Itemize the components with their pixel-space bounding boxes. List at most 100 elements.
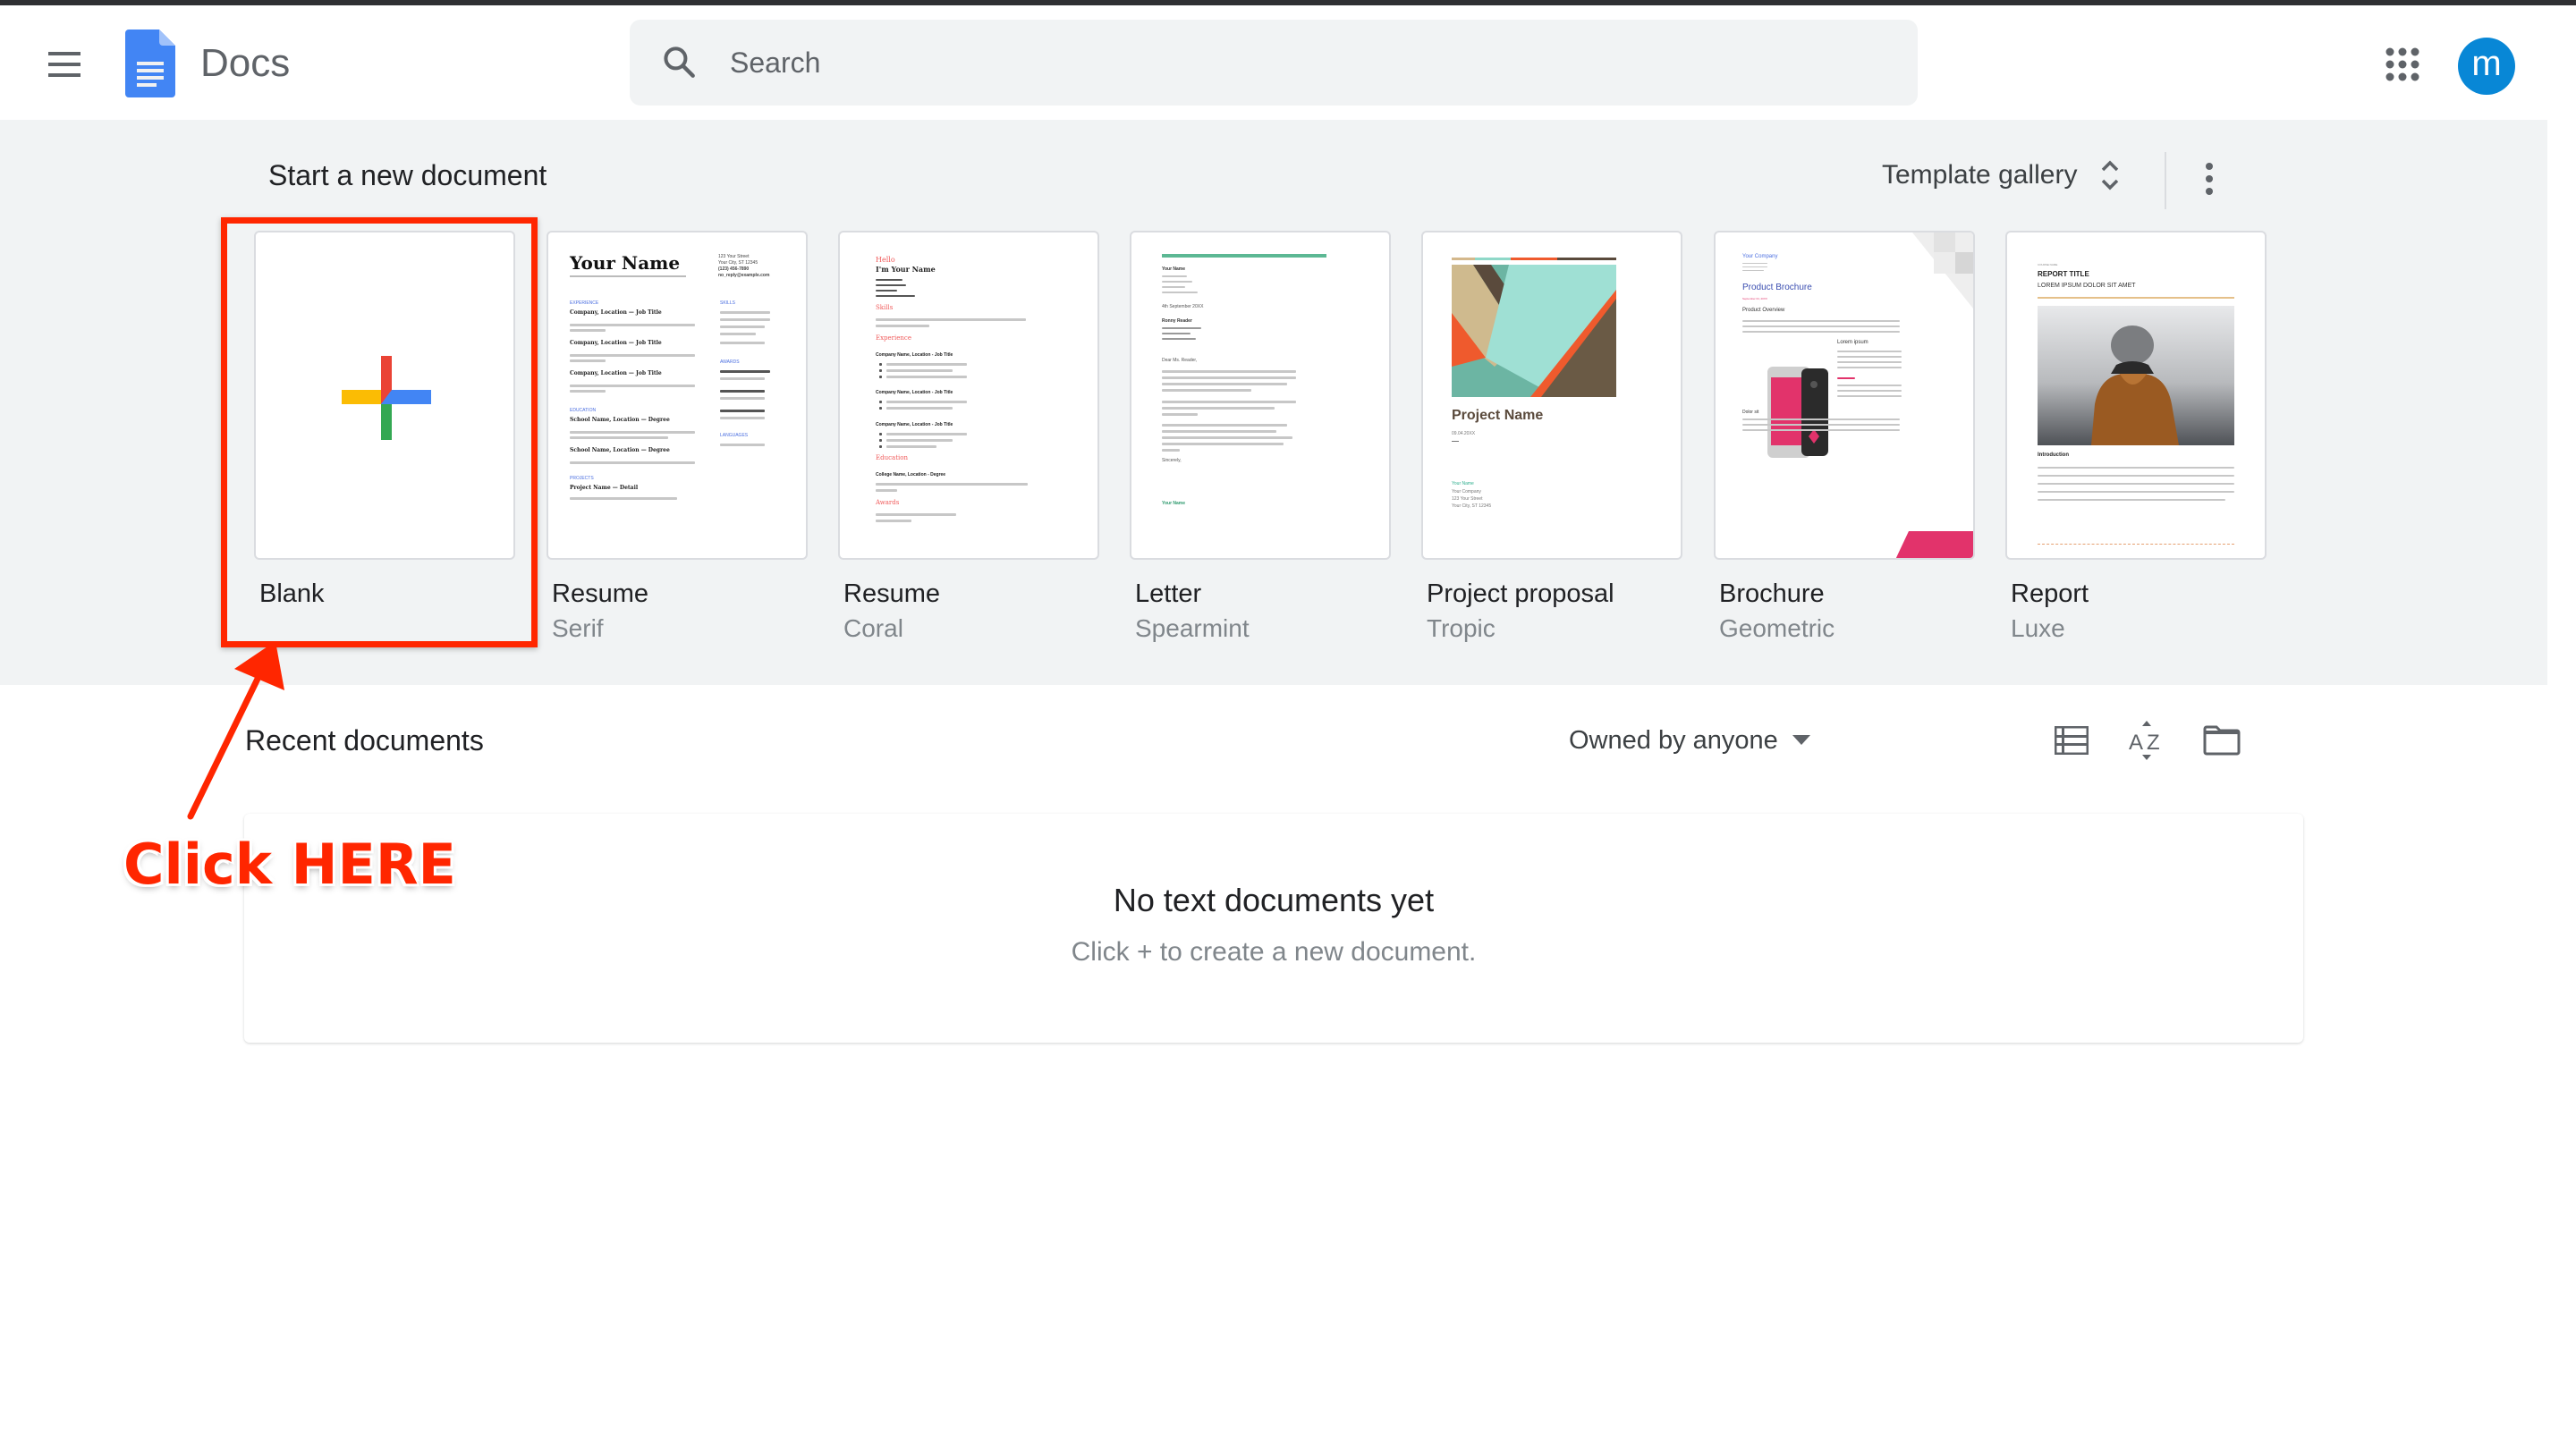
thumb-recipient: Ronny Reader bbox=[1162, 318, 1192, 324]
svg-text:Z: Z bbox=[2147, 731, 2160, 755]
template-resume-serif[interactable]: Your Name 123 Your Street Your City, ST … bbox=[547, 231, 808, 643]
list-view-button[interactable] bbox=[2046, 715, 2097, 765]
thumb-company: Your Company bbox=[1742, 254, 1778, 259]
thumb-name: I'm Your Name bbox=[876, 265, 936, 274]
thumb-line bbox=[570, 275, 686, 277]
thumb-name: Your Name bbox=[1162, 266, 1186, 272]
thumb-geometric-art bbox=[1452, 258, 1616, 397]
account-avatar[interactable]: m bbox=[2458, 38, 2515, 95]
thumb-greeting: Hello bbox=[876, 256, 895, 264]
thumb-section: Skills bbox=[876, 304, 894, 311]
empty-state-subtitle: Click + to create a new document. bbox=[1071, 937, 1477, 967]
thumb-line-text: Your City, ST 12345 bbox=[1452, 503, 1492, 509]
thumb-section: AWARDS bbox=[720, 359, 740, 365]
template-report-luxe[interactable]: COURSE NAME REPORT TITLE LOREM IPSUM DOL… bbox=[2005, 231, 2267, 643]
google-apps-grid-icon bbox=[2385, 47, 2419, 81]
template-name: Resume bbox=[843, 579, 940, 608]
svg-text:A: A bbox=[2129, 731, 2143, 755]
template-name: Resume bbox=[552, 579, 648, 608]
main-menu-button[interactable] bbox=[39, 39, 89, 89]
app-title[interactable]: Docs bbox=[200, 41, 290, 86]
owner-filter-label: Owned by anyone bbox=[1569, 725, 1778, 755]
thumb-date: 4th September 20XX bbox=[1162, 304, 1204, 309]
thumb-rule bbox=[2038, 297, 2234, 299]
template-thumbnail[interactable]: Your Name 4th September 20XX Ronny Reade… bbox=[1130, 231, 1391, 560]
template-letter-spearmint[interactable]: Your Name 4th September 20XX Ronny Reade… bbox=[1130, 231, 1391, 643]
search-bar[interactable] bbox=[630, 20, 1918, 106]
template-thumbnail[interactable]: Hello I'm Your Name Skills Experience Co… bbox=[838, 231, 1099, 560]
more-options-button[interactable] bbox=[2188, 154, 2231, 204]
template-subtitle: Tropic bbox=[1427, 614, 1496, 642]
search-icon[interactable] bbox=[660, 43, 699, 87]
thumb-signature: Your Name bbox=[1162, 501, 1186, 506]
template-name: Project proposal bbox=[1427, 579, 1614, 608]
google-docs-logo-icon[interactable] bbox=[125, 30, 175, 102]
more-vert-icon bbox=[2206, 163, 2213, 170]
gallery-title: Start a new document bbox=[268, 159, 547, 191]
thumb-entry: Company Name, Location - Job Title bbox=[876, 422, 953, 427]
template-project-proposal-tropic[interactable]: Project Name 09.04.20XX Your Name Your C… bbox=[1421, 231, 1682, 643]
more-vert-icon-dot bbox=[2206, 188, 2213, 195]
thumb-entry: Company, Location — Job Title bbox=[570, 370, 662, 376]
template-thumbnail[interactable]: COURSE NAME REPORT TITLE LOREM IPSUM DOL… bbox=[2005, 231, 2267, 560]
thumb-section: Education bbox=[876, 454, 908, 461]
thumb-entry: Company, Location — Job Title bbox=[570, 340, 662, 346]
template-gallery-button[interactable]: Template gallery bbox=[1869, 147, 2132, 204]
thumb-salutation: Dear Ms. Reader, bbox=[1162, 358, 1198, 363]
search-input[interactable] bbox=[730, 20, 1893, 106]
thumb-dash bbox=[1452, 441, 1459, 442]
thumb-section: Dolor sit bbox=[1742, 410, 1759, 415]
open-file-picker-button[interactable] bbox=[2197, 715, 2247, 765]
divider bbox=[2165, 152, 2166, 209]
sort-button[interactable]: A Z bbox=[2122, 715, 2172, 765]
template-name: Report bbox=[2011, 579, 2089, 608]
thumb-section: LANGUAGES bbox=[720, 433, 749, 438]
thumb-author-lines: Your Company 123 Your Street Your City, … bbox=[1452, 488, 1491, 510]
dropdown-arrow-icon bbox=[1792, 735, 1810, 745]
thumb-entry: School Name, Location — Degree bbox=[570, 417, 670, 423]
thumb-author: Your Name bbox=[1452, 481, 1474, 486]
thumb-section: Lorem ipsum bbox=[1837, 340, 1868, 345]
thumb-title: Project Name bbox=[1452, 408, 1544, 423]
list-view-icon bbox=[2055, 726, 2089, 755]
thumb-title: REPORT TITLE bbox=[2038, 270, 2089, 278]
template-resume-coral[interactable]: Hello I'm Your Name Skills Experience Co… bbox=[838, 231, 1099, 643]
thumb-address-line: 123 Your Street bbox=[718, 254, 750, 259]
thumb-date: September 04, 20XX bbox=[1742, 297, 1767, 300]
thumb-entry: Company Name, Location - Job Title bbox=[876, 352, 953, 358]
empty-state-card: No text documents yet Click + to create … bbox=[244, 814, 2303, 1043]
thumb-address-line: (123) 456-7890 bbox=[718, 266, 750, 272]
thumb-section: Introduction bbox=[2038, 452, 2069, 458]
template-subtitle: Luxe bbox=[2011, 614, 2065, 642]
thumb-section: SKILLS bbox=[720, 300, 735, 306]
folder-icon bbox=[2203, 725, 2241, 756]
thumb-address-line: no_reply@example.com bbox=[718, 273, 770, 278]
template-subtitle: Geometric bbox=[1719, 614, 1835, 642]
thumb-section: Product Overview bbox=[1742, 308, 1785, 313]
app-header: Docs m bbox=[0, 5, 2576, 120]
unfold-more-icon bbox=[2102, 160, 2119, 190]
hamburger-menu-icon bbox=[48, 52, 80, 55]
template-gallery-label: Template gallery bbox=[1882, 160, 2078, 190]
template-thumbnail[interactable]: Your Name 123 Your Street Your City, ST … bbox=[547, 231, 808, 560]
thumb-title: Product Brochure bbox=[1742, 283, 1812, 292]
annotation-highlight-box bbox=[221, 217, 538, 647]
thumb-photo bbox=[2038, 306, 2234, 445]
thumb-accent-bar bbox=[1162, 254, 1326, 258]
google-apps-button[interactable] bbox=[2381, 43, 2424, 86]
thumb-entry: Project Name — Detail bbox=[570, 485, 639, 491]
thumb-section: PROJECTS bbox=[570, 476, 594, 481]
thumb-name: Your Name bbox=[570, 252, 681, 274]
template-brochure-geometric[interactable]: Your Company Product Brochure September … bbox=[1714, 231, 1975, 643]
thumb-section: Awards bbox=[876, 499, 900, 506]
thumb-line-text: 123 Your Street bbox=[1452, 496, 1483, 502]
thumb-address-line: Your City, ST 12345 bbox=[718, 260, 758, 266]
template-name: Letter bbox=[1135, 579, 1202, 608]
thumb-address: 123 Your Street Your City, ST 12345 (123… bbox=[718, 254, 769, 279]
template-subtitle: Spearmint bbox=[1135, 614, 1250, 642]
owner-filter-dropdown[interactable]: Owned by anyone bbox=[1556, 715, 1823, 765]
template-name: Brochure bbox=[1719, 579, 1825, 608]
template-thumbnail[interactable]: Your Company Product Brochure September … bbox=[1714, 231, 1975, 560]
template-thumbnail[interactable]: Project Name 09.04.20XX Your Name Your C… bbox=[1421, 231, 1682, 560]
recent-documents-title: Recent documents bbox=[245, 724, 484, 757]
